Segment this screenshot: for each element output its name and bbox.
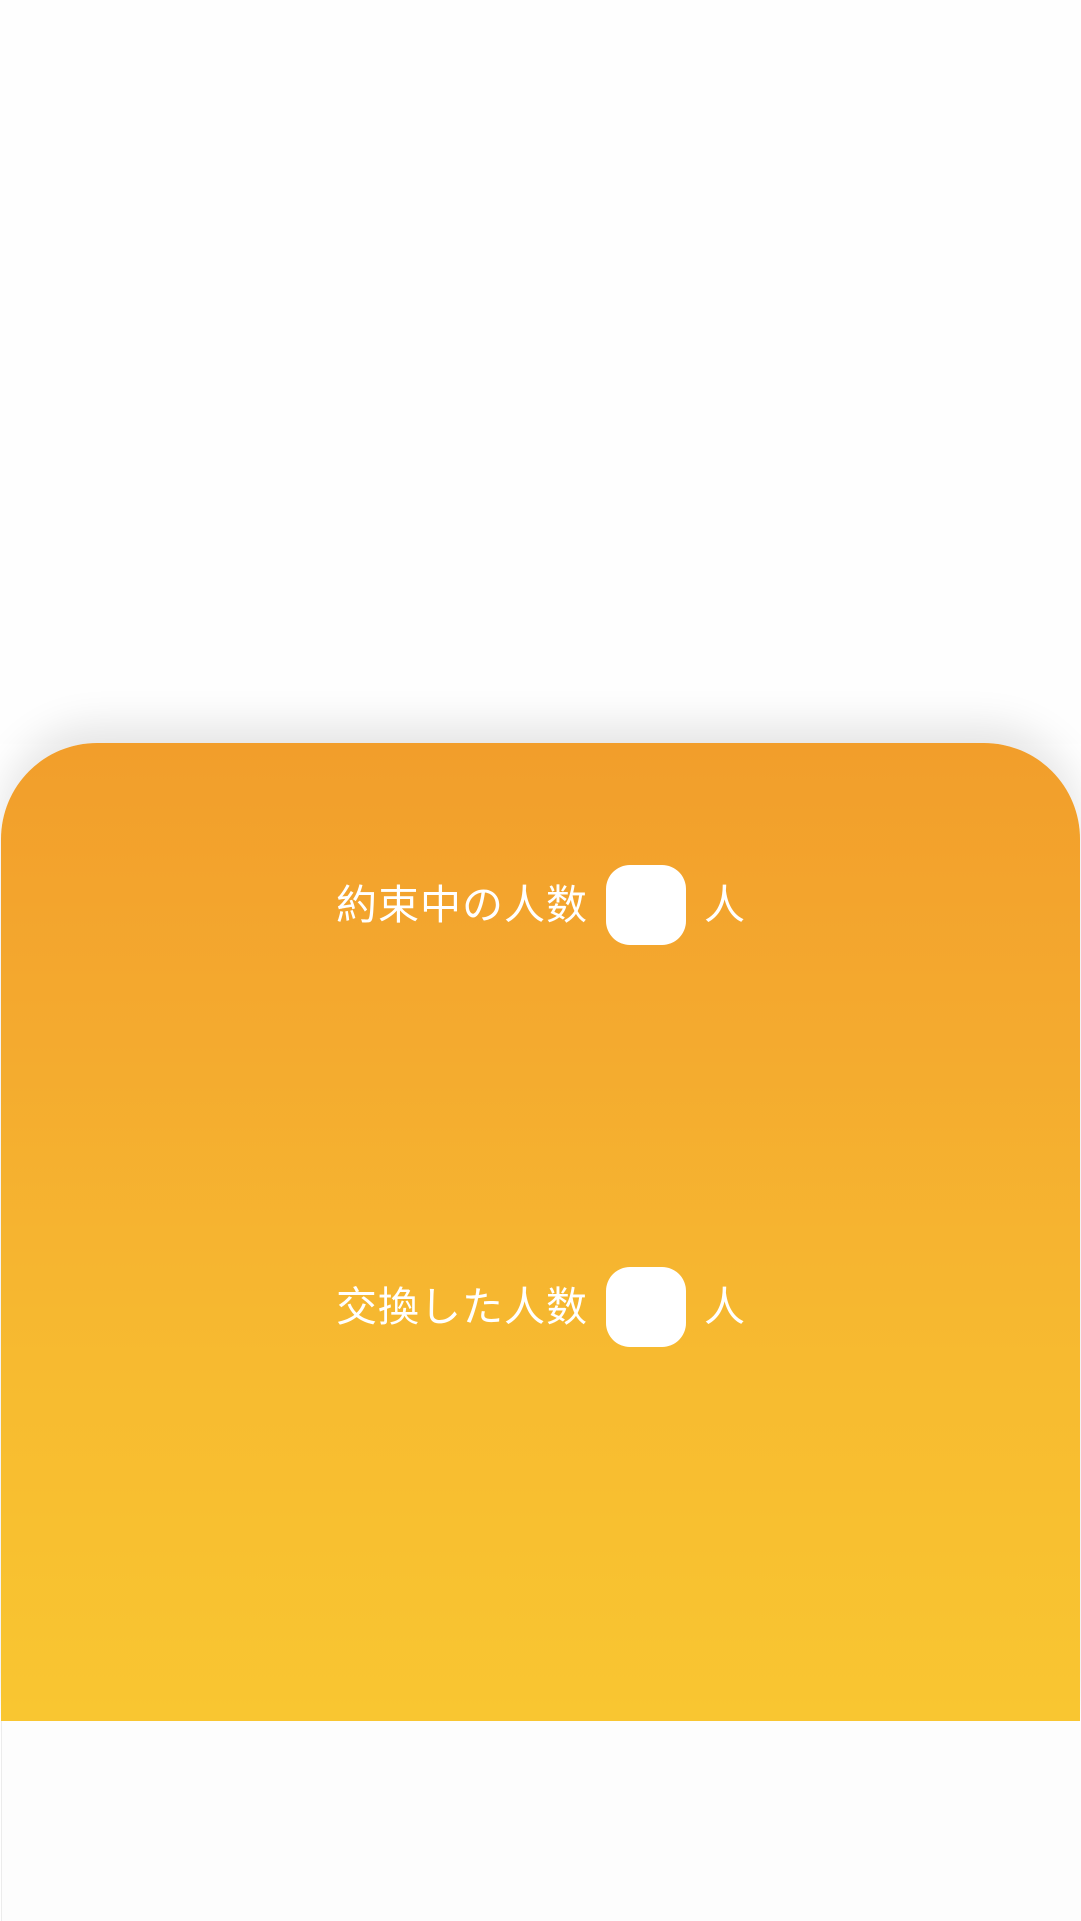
exchanged-people-unit: 人 <box>704 1282 745 1331</box>
exchanged-people-label: 交換した人数 <box>336 1282 588 1331</box>
promised-people-unit: 人 <box>704 880 745 929</box>
exchanged-people-stat: 交換した人数 人 <box>1 1266 1080 1348</box>
promised-people-label: 約束中の人数 <box>336 880 588 929</box>
promised-people-stat: 約束中の人数 人 <box>1 864 1080 946</box>
exchanged-people-count <box>606 1267 686 1347</box>
top-blank-area <box>0 0 1081 744</box>
bottom-blank-area <box>1 1721 1081 1921</box>
stats-card: 約束中の人数 人 交換した人数 人 <box>1 743 1080 1721</box>
app-screen: 約束中の人数 人 交換した人数 人 <box>0 0 1081 1921</box>
promised-people-count <box>606 865 686 945</box>
